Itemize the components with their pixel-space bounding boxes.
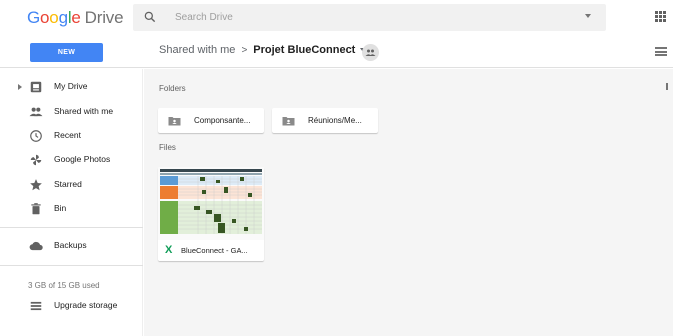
sidebar-item-bin[interactable]: Bin (0, 198, 143, 220)
file-name: BlueConnect - GA... (181, 246, 248, 255)
breadcrumb: Shared with me > Projet BlueConnect (159, 44, 367, 56)
sheets-icon: X (165, 244, 173, 256)
sidebar-item-label: Bin (54, 203, 67, 213)
search-icon[interactable] (143, 10, 157, 24)
file-thumbnail (158, 167, 264, 240)
search-box[interactable] (133, 4, 606, 31)
apps-grid-icon[interactable] (655, 11, 666, 22)
file-card[interactable]: X BlueConnect - GA... (158, 167, 264, 261)
details-toggle-icon[interactable] (666, 83, 668, 90)
sidebar-item-label: Shared with me (54, 106, 114, 116)
new-button[interactable]: NEW (30, 43, 103, 62)
storage-usage-text: 3 GB of 15 GB used (28, 281, 100, 290)
people-icon (29, 107, 43, 117)
logo-letter: o (49, 8, 59, 27)
sidebar-item-backups[interactable]: Backups (0, 235, 143, 257)
logo-letter: g (58, 8, 68, 27)
sidebar-item-label: Google Photos (54, 154, 111, 164)
folder-name: Réunions/Me... (308, 116, 362, 125)
trash-icon (31, 203, 41, 215)
sidebar: My Drive Shared with me Recent Google Ph… (0, 69, 143, 336)
sidebar-item-my-drive[interactable]: My Drive (0, 76, 143, 98)
sidebar-item-label: Recent (54, 130, 81, 140)
sidebar-item-starred[interactable]: Starred (0, 174, 143, 196)
shared-folder-icon (168, 117, 181, 126)
breadcrumb-current[interactable]: Projet BlueConnect (253, 44, 355, 56)
shared-folder-icon (282, 117, 295, 126)
toolbar: NEW Shared with me > Projet BlueConnect (0, 35, 673, 68)
sidebar-item-label: Starred (54, 179, 82, 189)
sidebar-item-label: Backups (54, 240, 87, 250)
sidebar-divider (0, 227, 143, 228)
drive-icon (30, 81, 42, 93)
star-icon (30, 179, 42, 191)
app-header: Google Drive (0, 0, 673, 35)
logo-letter: e (71, 8, 81, 27)
clock-icon (30, 130, 42, 142)
logo-letter: G (27, 8, 41, 27)
logo-letter: o (40, 8, 50, 27)
search-options-caret-icon[interactable] (585, 14, 591, 18)
sidebar-item-recent[interactable]: Recent (0, 125, 143, 147)
search-input[interactable] (175, 8, 555, 27)
product-name: Drive (84, 8, 124, 27)
pinwheel-icon (30, 154, 42, 166)
file-footer: X BlueConnect - GA... (158, 240, 264, 261)
sidebar-item-label: Upgrade storage (54, 300, 118, 310)
list-view-icon[interactable] (655, 47, 667, 56)
folder-card[interactable]: Réunions/Me... (272, 108, 378, 133)
folder-name: Componsante... (194, 116, 251, 125)
sidebar-item-upgrade-storage[interactable]: Upgrade storage (0, 295, 143, 317)
files-section-label: Files (159, 143, 176, 152)
sidebar-item-google-photos[interactable]: Google Photos (0, 149, 143, 171)
breadcrumb-separator: > (241, 44, 248, 56)
folder-card[interactable]: Componsante... (158, 108, 264, 133)
shared-folder-icon[interactable] (362, 44, 379, 61)
folders-section-label: Folders (159, 84, 186, 93)
sidebar-divider (0, 265, 143, 266)
google-drive-logo[interactable]: Google Drive (27, 8, 124, 28)
storage-icon (30, 301, 42, 311)
breadcrumb-parent[interactable]: Shared with me (159, 44, 235, 56)
cloud-icon (29, 241, 43, 251)
expand-arrow-icon[interactable] (18, 84, 22, 90)
sidebar-item-shared[interactable]: Shared with me (0, 101, 143, 123)
sidebar-item-label: My Drive (54, 81, 88, 91)
main-content: Folders Componsante... Réunions/Me... Fi… (144, 69, 673, 336)
